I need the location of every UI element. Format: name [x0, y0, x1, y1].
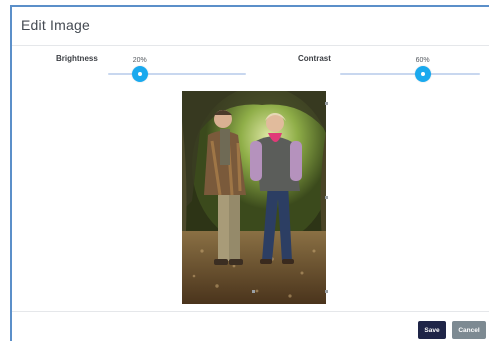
- title-divider: [12, 45, 489, 46]
- brightness-value: 20%: [132, 57, 147, 64]
- contrast-label: Contrast: [298, 54, 331, 63]
- dialog-title: Edit Image: [21, 17, 90, 33]
- cancel-button[interactable]: Cancel: [452, 321, 486, 339]
- crop-handle-bottom-right[interactable]: [325, 290, 328, 293]
- save-button[interactable]: Save: [418, 321, 446, 339]
- crop-handle-top-right[interactable]: [325, 102, 328, 105]
- image-preview[interactable]: [182, 91, 326, 304]
- contrast-value: 60%: [415, 57, 430, 64]
- edit-image-dialog: Edit Image Brightness 20% Contrast 60% S…: [10, 5, 489, 341]
- brightness-slider-track[interactable]: [108, 73, 246, 75]
- brightness-label: Brightness: [56, 54, 98, 63]
- contrast-slider-thumb[interactable]: [414, 66, 431, 82]
- crop-handle-mid-right[interactable]: [325, 196, 328, 199]
- brightness-slider-thumb[interactable]: [131, 66, 148, 82]
- footer-divider: [12, 311, 489, 312]
- contrast-slider-track[interactable]: [340, 73, 480, 75]
- crop-handle-bottom-mid[interactable]: [252, 290, 255, 293]
- couple-walking-photo: [182, 91, 326, 304]
